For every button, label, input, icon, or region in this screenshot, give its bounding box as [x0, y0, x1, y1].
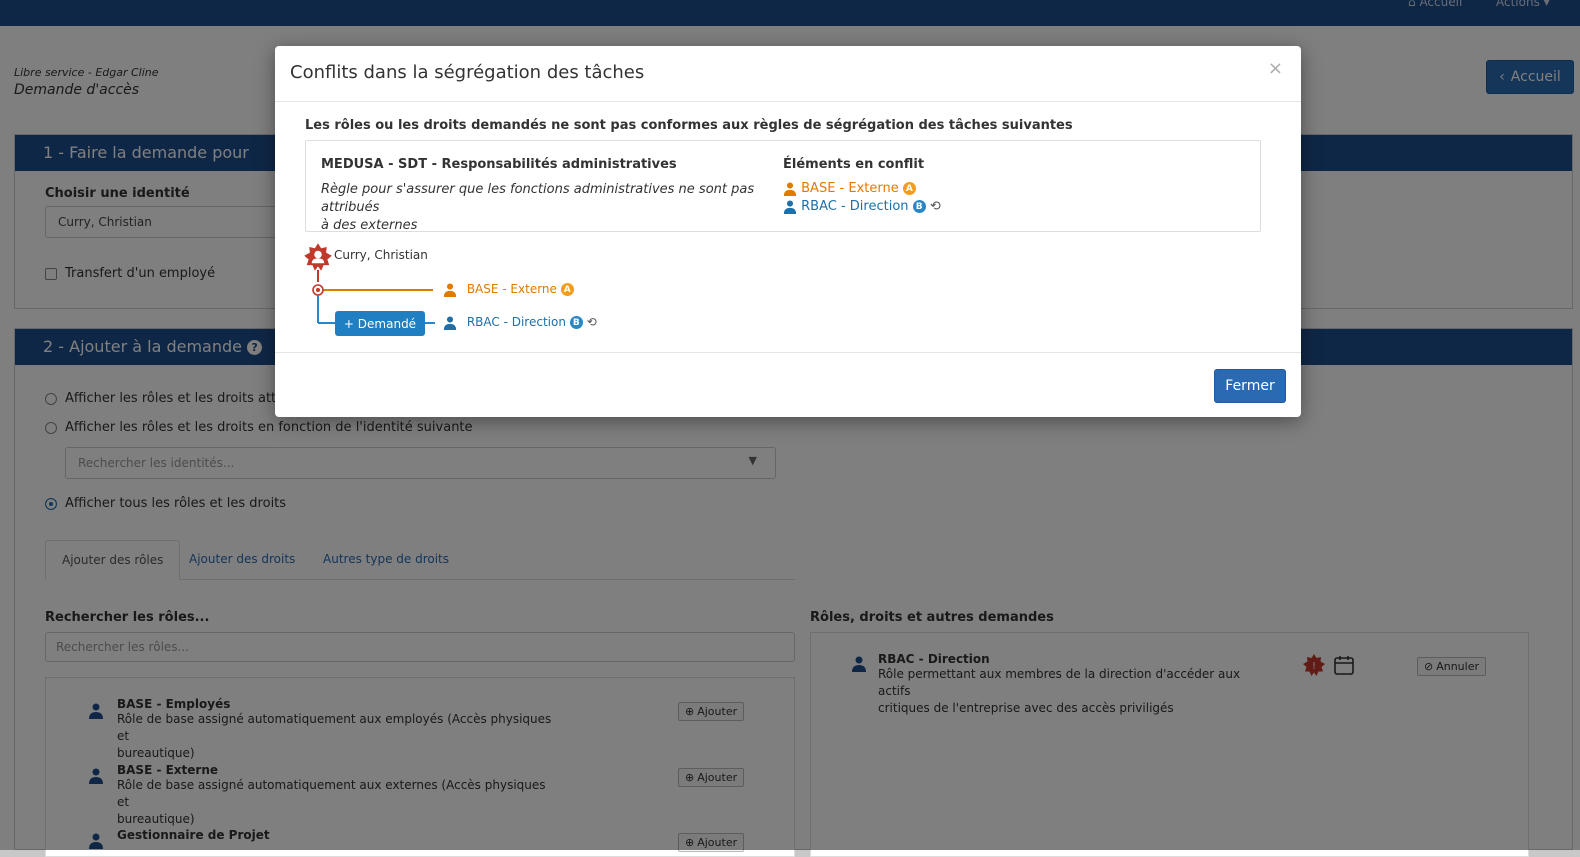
badge-a: A	[560, 283, 574, 296]
modal-footer: Fermer	[275, 352, 1301, 417]
conflict-item-base-externe[interactable]: BASE - Externe A	[783, 181, 916, 196]
user-role-icon	[783, 181, 797, 196]
conflict-rule-box: MEDUSA - SDT - Responsabilités administr…	[305, 140, 1261, 233]
rule-description: Règle pour s'assurer que les fonctions a…	[321, 182, 755, 233]
modal-intro: Les rôles ou les droits demandés ne sont…	[305, 118, 1073, 133]
close-modal-button[interactable]: Fermer	[1214, 369, 1286, 403]
request-pending-icon: ⟲	[929, 199, 941, 214]
badge-b: B	[569, 316, 583, 329]
close-icon[interactable]: ×	[1268, 58, 1283, 79]
modal-title: Conflits dans la ségrégation des tâches	[290, 62, 645, 83]
user-role-icon	[443, 315, 457, 330]
requested-tag: + Demandé	[335, 311, 425, 336]
badge-b: B	[912, 200, 926, 213]
rule-name: MEDUSA - SDT - Responsabilités administr…	[321, 157, 677, 172]
conflict-header: Éléments en conflit	[783, 157, 925, 172]
graph-item-base-externe[interactable]: BASE - Externe A	[443, 282, 574, 297]
conflict-item-rbac-direction[interactable]: RBAC - Direction B ⟲	[783, 199, 941, 214]
graph-item-rbac-direction[interactable]: RBAC - Direction B ⟲	[443, 315, 597, 330]
badge-a: A	[902, 182, 916, 195]
sod-conflicts-modal: Conflits dans la ségrégation des tâches …	[275, 46, 1301, 417]
identity-conflict-icon	[304, 243, 332, 271]
modal-header: Conflits dans la ségrégation des tâches …	[275, 46, 1301, 102]
user-role-icon	[443, 282, 457, 297]
user-role-icon	[783, 199, 797, 214]
request-pending-icon: ⟲	[586, 315, 597, 329]
graph-identity-name: Curry, Christian	[334, 248, 428, 262]
